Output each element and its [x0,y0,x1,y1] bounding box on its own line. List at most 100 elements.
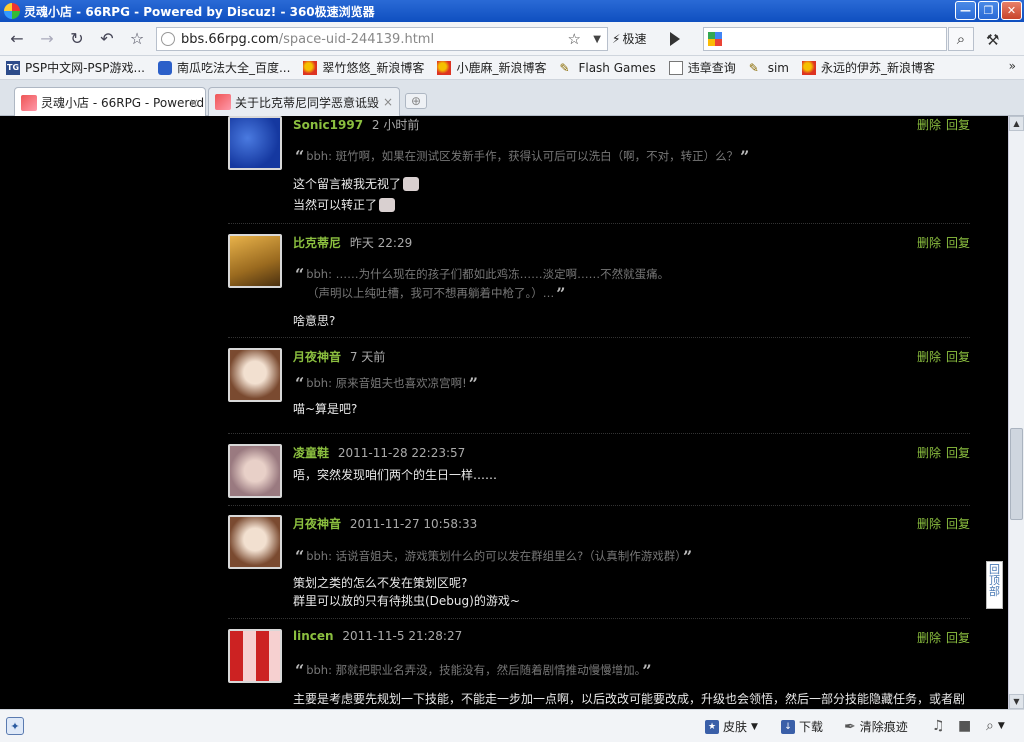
comment-actions: 删除 回复 [912,444,970,461]
search-engine-icon[interactable] [708,32,722,46]
bookmark-label: Flash Games [578,60,656,75]
forward-arrow-icon[interactable]: → [34,26,60,52]
tab-label: 灵魂小店 - 66RPG - Powered [41,96,205,110]
url-host: bbs.66rpg.com [181,31,279,47]
reply-link[interactable]: 回复 [946,118,970,132]
bookmark-item[interactable]: 永远的伊苏_新浪博客 [802,59,935,76]
download-icon: ↓ [781,719,795,734]
comment-user-link[interactable]: 月夜神音 [293,350,341,364]
skin-label: 皮肤 [723,720,748,734]
bookmark-star-icon[interactable]: ☆ [568,30,581,48]
refresh-icon[interactable]: ↻ [64,26,90,52]
comment-actions: 删除 回复 [912,515,970,532]
delete-link[interactable]: 删除 [917,118,941,132]
favorite-star-icon[interactable]: ☆ [124,26,150,52]
reply-line: 主要是考虑要先规划一下技能，不能走一步加一点啊，以后改改可能要改成，升级也会领悟… [293,692,966,706]
reply-line: 群里可以放的只有待挑虫(Debug)的游戏~ [293,594,520,608]
quote-text: : 原来音姐夫也喜欢凉宫啊! [328,376,467,390]
back-to-top-button[interactable]: 回顶部 [986,561,1003,609]
close-button[interactable]: ✕ [1001,1,1022,20]
scroll-down-arrow-icon[interactable]: ▼ [1009,694,1024,709]
delete-link[interactable]: 删除 [917,631,941,645]
speed-mode-button[interactable]: ⚡ 极速 [612,30,646,47]
reply-line: 策划之类的怎么不发在策划区呢? [293,576,468,590]
undo-close-icon[interactable]: ↶ [94,26,120,52]
comment-user-link[interactable]: 比克蒂尼 [293,236,341,250]
quote-open-icon: “ [295,661,305,680]
comment-time: 2011-11-5 21:28:27 [342,629,463,643]
clear-traces-button[interactable]: ✒ 清除痕迹 [844,718,908,735]
url-dropdown-icon[interactable]: ▼ [593,34,601,45]
vertical-scrollbar[interactable]: ▲ ▼ [1008,116,1024,709]
bookmark-item[interactable]: ✎ sim [749,61,789,75]
comment-quote: “bbh: 话说音姐夫，游戏策划什么的可以发在群组里么?（认真制作游戏群）” [293,547,694,566]
bookmark-label: sim [767,60,789,75]
delete-link[interactable]: 删除 [917,236,941,250]
reply-line: 当然可以转正了 [293,198,378,212]
delete-link[interactable]: 删除 [917,446,941,460]
scroll-thumb[interactable] [1010,428,1023,520]
reply-line: 啥意思? [293,314,336,328]
tab-active[interactable]: 灵魂小店 - 66RPG - Powered × [14,87,206,117]
tools-wrench-icon[interactable]: ⚒ [986,31,999,49]
tab-strip: 灵魂小店 - 66RPG - Powered × 关于比克蒂尼同学恶意诋毁 × … [0,80,1024,117]
download-button[interactable]: ↓ 下载 [781,718,823,735]
avatar[interactable] [228,444,282,498]
comment-quote: “bbh: ……为什么现在的孩子们都如此鸡冻……淡定啊……不然就蛋痛。 （声明以… [293,265,669,303]
comment-user-link[interactable]: 凌童鞋 [293,446,329,460]
tab-close-icon[interactable]: × [383,95,393,109]
bookmark-item[interactable]: 南瓜吃法大全_百度... [157,59,290,76]
quote-close-icon: ” [556,284,566,303]
comment-header: 凌童鞋 2011-11-28 22:23:57 [293,444,465,461]
window-titlebar: 灵魂小店 - 66RPG - Powered by Discuz! - 360极… [0,0,1024,22]
skin-button[interactable]: ★ 皮肤 ▼ [705,718,758,735]
play-icon[interactable] [670,32,680,46]
volume-button[interactable]: ♫ [932,718,945,734]
reply-link[interactable]: 回复 [946,236,970,250]
minimize-button[interactable]: — [955,1,976,20]
zoom-button[interactable]: ⌕ ▼ [986,718,1005,734]
maximize-button[interactable]: ❐ [978,1,999,20]
avatar[interactable] [228,234,282,288]
reply-link[interactable]: 回复 [946,517,970,531]
search-icon[interactable]: ⌕ [948,27,974,51]
eraser-button[interactable]: ■ [958,718,971,734]
reply-link[interactable]: 回复 [946,631,970,645]
scroll-up-arrow-icon[interactable]: ▲ [1009,116,1024,131]
address-bar[interactable]: bbs.66rpg.com/space-uid-244139.html ☆ ▼ [156,27,608,51]
bookmarks-more-button[interactable]: » [1009,59,1016,73]
bookmark-item[interactable]: ✎ Flash Games [559,61,655,75]
search-input[interactable] [703,27,947,51]
comment-user-link[interactable]: lincen [293,629,334,643]
tab-close-icon[interactable]: × [189,96,199,110]
quote-text: : 斑竹啊，如果在测试区发新手作，获得认可后可以洗白（啊，不对，转正）么？ [328,149,739,163]
bookmark-item[interactable]: 小鹿麻_新浪博客 [437,59,546,76]
comment-user-link[interactable]: Sonic1997 [293,118,363,132]
avatar[interactable] [228,629,282,683]
comment-user-link[interactable]: 月夜神音 [293,517,341,531]
quote-text: : ……为什么现在的孩子们都如此鸡冻……淡定啊……不然就蛋痛。 [328,267,670,281]
avatar[interactable] [228,116,282,170]
quote-author: bbh [306,267,329,281]
avatar[interactable] [228,348,282,402]
delete-link[interactable]: 删除 [917,517,941,531]
comment-actions: 删除 回复 [912,348,970,365]
back-arrow-icon[interactable]: ← [4,26,30,52]
tab-inactive[interactable]: 关于比克蒂尼同学恶意诋毁 × [208,87,400,116]
comment-time: 7 天前 [349,350,386,364]
quote-open-icon: “ [295,547,305,566]
reply-line: 这个留言被我无视了 [293,177,402,191]
bookmark-item[interactable]: 违章查询 [668,59,736,76]
bookmark-label: PSP中文网-PSP游戏... [25,61,145,75]
new-tab-button[interactable]: ⊕ [405,93,427,109]
quote-author: bbh [306,376,329,390]
sidebar-toggle-icon[interactable]: ✦ [6,717,24,735]
bookmark-item[interactable]: TG PSP中文网-PSP游戏... [6,59,145,76]
reply-link[interactable]: 回复 [946,446,970,460]
bookmark-item[interactable]: 翠竹悠悠_新浪博客 [303,59,424,76]
reply-link[interactable]: 回复 [946,350,970,364]
bookmark-label: 违章查询 [687,61,736,75]
bookmark-label: 翠竹悠悠_新浪博客 [322,61,425,75]
delete-link[interactable]: 删除 [917,350,941,364]
avatar[interactable] [228,515,282,569]
